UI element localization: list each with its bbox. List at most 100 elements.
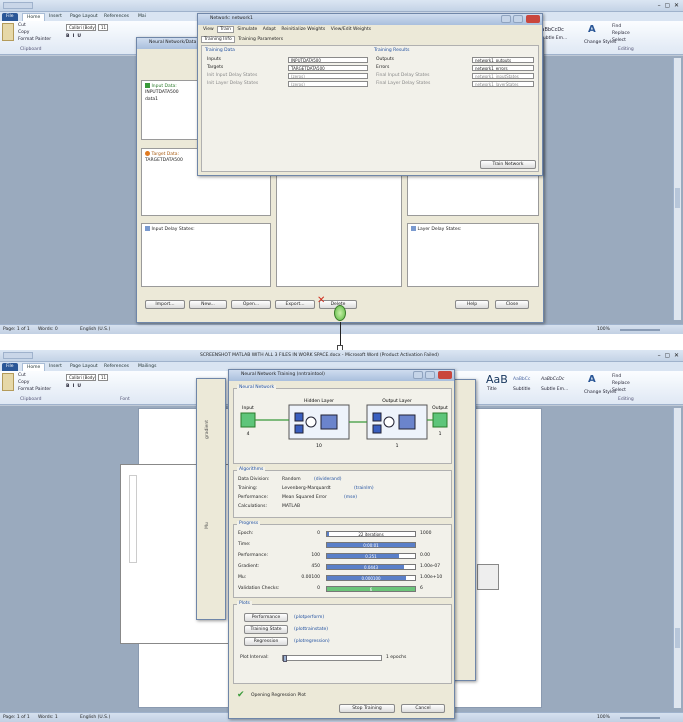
quick-access-toolbar[interactable] [3, 2, 33, 9]
connector-handle[interactable] [334, 305, 346, 321]
style-sample-big[interactable]: AaB [486, 373, 508, 386]
select-button[interactable]: Select [612, 38, 626, 43]
window-controls[interactable]: – ▢ ✕ [658, 2, 679, 9]
font-format-buttons[interactable]: B I U [66, 384, 81, 389]
copy-button[interactable]: Copy [18, 30, 29, 35]
format-painter-button[interactable]: Format Painter [18, 37, 51, 42]
inputs-select[interactable]: INPUTDATA500 [288, 57, 368, 63]
replace-button[interactable]: Replace [612, 381, 630, 386]
font-size-select[interactable]: 11 [98, 374, 108, 381]
vertical-scrollbar[interactable] [673, 58, 681, 320]
tab-mailings[interactable]: Mai [134, 13, 150, 21]
close-button[interactable]: Close [495, 300, 529, 309]
performance-plot-button[interactable]: Performance [244, 613, 288, 622]
tab-mailings[interactable]: Mailings [134, 363, 160, 371]
init-layer-delay-select[interactable]: (zeros) [288, 81, 368, 87]
find-button[interactable]: Find [612, 24, 621, 29]
target-data-item[interactable]: TARGETDATA500 [145, 158, 183, 163]
status-bar: Page: 1 of 1 Words: 0 English (U.S.) 100… [0, 324, 683, 334]
subtab-training-parameters[interactable]: Training Parameters [236, 37, 285, 42]
window-controls[interactable]: – ▢ ✕ [658, 352, 679, 359]
tab-home[interactable]: Home [22, 13, 46, 21]
tab-references[interactable]: References [100, 13, 133, 21]
tab-home[interactable]: Home [22, 363, 46, 371]
close-window-button[interactable] [438, 371, 452, 379]
font-name-select[interactable]: Calibri (Body) [66, 374, 96, 381]
quick-access-toolbar[interactable] [3, 352, 33, 359]
final-layer-delay-field[interactable]: network1_layerStates [472, 81, 534, 87]
find-button[interactable]: Find [612, 374, 621, 379]
regression-plot-button[interactable]: Regression [244, 637, 288, 646]
train-network-button[interactable]: Train Network [480, 160, 536, 169]
final-input-delay-field[interactable]: network1_inputStates [472, 73, 534, 79]
subtab-training-info[interactable]: Training Info [201, 36, 235, 43]
plot-interval-slider[interactable] [282, 655, 382, 662]
tab-view[interactable]: View [201, 27, 216, 32]
tab-insert[interactable]: Insert [45, 13, 66, 21]
targets-select[interactable]: TARGETDATA500 [288, 65, 368, 71]
data-division-fn[interactable]: (dividerand) [314, 477, 341, 482]
select-button[interactable]: Select [612, 388, 626, 393]
change-styles-icon[interactable]: A [588, 24, 602, 38]
import-button[interactable]: Import... [145, 300, 185, 309]
tab-file[interactable]: File [2, 363, 18, 371]
paste-icon[interactable] [2, 23, 14, 41]
init-input-delay-select[interactable]: (zeros) [288, 73, 368, 79]
minimize-button[interactable] [413, 371, 423, 379]
training-fn[interactable]: (trainlm) [354, 486, 374, 491]
vertical-scrollbar[interactable] [673, 408, 681, 708]
zoom-level[interactable]: 100% [597, 327, 610, 332]
copy-button[interactable]: Copy [18, 380, 29, 385]
minimize-button[interactable] [501, 15, 511, 23]
cut-button[interactable]: Cut [18, 373, 26, 378]
font-size-select[interactable]: 11 [98, 24, 108, 31]
tab-page-layout[interactable]: Page Layout [66, 13, 102, 21]
close-window-button[interactable] [526, 15, 540, 23]
outputs-field[interactable]: network1_outputs [472, 57, 534, 63]
maximize-button[interactable] [425, 371, 435, 379]
input-data-item[interactable]: INPUTDATA500 [145, 90, 179, 95]
tab-insert[interactable]: Insert [45, 363, 66, 371]
paste-icon[interactable] [2, 373, 14, 391]
export-button[interactable]: Export... [275, 300, 315, 309]
zoom-level[interactable]: 100% [597, 715, 610, 720]
style-sample-subtitle[interactable]: AaBbCc [513, 377, 530, 382]
new-button[interactable]: New... [189, 300, 227, 309]
maximize-button[interactable] [513, 15, 523, 23]
input-data-item[interactable]: data1 [145, 97, 158, 102]
errors-field[interactable]: network1_errors [472, 65, 534, 71]
performance-fn[interactable]: (mse) [344, 495, 357, 500]
help-button[interactable]: Help [455, 300, 489, 309]
zoom-slider[interactable] [620, 717, 660, 719]
cancel-button[interactable]: Cancel [401, 704, 445, 713]
tab-train[interactable]: Train [217, 26, 234, 33]
language[interactable]: English (U.S.) [80, 715, 110, 720]
format-painter-button[interactable]: Format Painter [18, 387, 51, 392]
change-styles-icon[interactable]: A [588, 374, 602, 388]
tab-page-layout[interactable]: Page Layout [66, 363, 102, 371]
tab-simulate[interactable]: Simulate [235, 27, 259, 32]
tab-file[interactable]: File [2, 13, 18, 21]
zoom-slider[interactable] [620, 329, 660, 331]
stop-training-button[interactable]: Stop Training [339, 704, 395, 713]
tab-view-edit-weights[interactable]: View/Edit Weights [329, 27, 373, 32]
font-name-select[interactable]: Calibri (Body) [66, 24, 96, 31]
scrollbar-thumb[interactable] [675, 628, 680, 648]
style-sample-subtle[interactable]: AaBbCcDc [541, 377, 564, 382]
training-state-plot-button[interactable]: Training State [244, 625, 288, 634]
delete-x-icon: ✕ [317, 295, 326, 306]
tab-reinitialize-weights[interactable]: Reinitialize Weights [279, 27, 327, 32]
cut-button[interactable]: Cut [18, 23, 26, 28]
language[interactable]: English (U.S.) [80, 327, 110, 332]
replace-button[interactable]: Replace [612, 31, 630, 36]
open-button[interactable]: Open... [231, 300, 271, 309]
hidden-bias-icon [294, 424, 304, 434]
tab-adapt[interactable]: Adapt [261, 27, 278, 32]
style-name: Subtle Em... [540, 36, 568, 41]
font-format-buttons[interactable]: B I U [66, 34, 81, 39]
tab-references[interactable]: References [100, 363, 133, 371]
init-input-delay-label: Init Input Delay States [207, 73, 258, 78]
network-window: Network: network1 View Train Simulate Ad… [197, 13, 543, 176]
scrollbar-thumb[interactable] [675, 188, 680, 208]
slider-thumb[interactable] [283, 655, 287, 662]
